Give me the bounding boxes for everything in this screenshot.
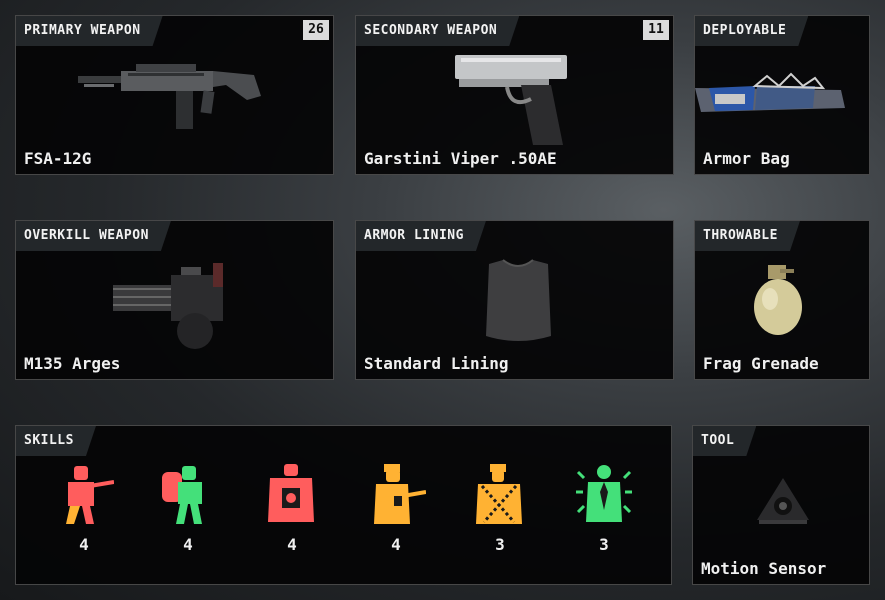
skill-ammo-belt[interactable]: 3: [460, 462, 540, 582]
skills-card[interactable]: SKILLS 4 4 4 4 3 3: [15, 425, 672, 585]
throwable-tab: THROWABLE: [695, 221, 800, 251]
primary-weapon-count-badge: 26: [303, 20, 329, 40]
secondary-weapon-name: Garstini Viper .50AE: [364, 149, 557, 168]
minigun-icon: [113, 263, 223, 349]
pistol-icon: [455, 55, 567, 145]
armor-lining-tab: ARMOR LINING: [356, 221, 486, 251]
skill-vest[interactable]: 4: [252, 462, 332, 582]
ammo-belt-icon: [476, 464, 522, 524]
armor-lining-card[interactable]: ARMOR LINING Standard Lining: [355, 220, 674, 380]
overkill-weapon-tab: OVERKILL WEAPON: [16, 221, 171, 251]
secondary-weapon-card[interactable]: SECONDARY WEAPON 11 Garstini Viper .50AE: [355, 15, 674, 175]
skills-row: 4 4 4 4 3 3: [44, 462, 644, 582]
motion-sensor-icon: [757, 478, 809, 524]
suit-icon: [576, 465, 632, 522]
skill-value: 4: [79, 535, 89, 554]
skill-rifleman[interactable]: 4: [356, 462, 436, 582]
primary-weapon-tab: PRIMARY WEAPON: [16, 16, 163, 46]
skill-value: 4: [183, 535, 193, 554]
primary-weapon-name: FSA-12G: [24, 149, 92, 168]
skills-tab: SKILLS: [16, 426, 96, 456]
armor-lining-name: Standard Lining: [364, 354, 509, 373]
armor-vest-icon: [486, 259, 551, 341]
primary-weapon-card[interactable]: PRIMARY WEAPON 26 FSA-12G: [15, 15, 334, 175]
secondary-weapon-count-badge: 11: [643, 20, 669, 40]
armor-bag-icon: [695, 72, 845, 112]
skill-value: 4: [287, 535, 297, 554]
tool-tab: TOOL: [693, 426, 756, 456]
skill-value: 3: [599, 535, 609, 554]
rifleman-icon: [374, 464, 426, 524]
vest-icon: [268, 464, 314, 522]
deployable-tab: DEPLOYABLE: [695, 16, 808, 46]
throwable-name: Frag Grenade: [703, 354, 819, 373]
shotgun-icon: [78, 64, 261, 129]
secondary-weapon-tab: SECONDARY WEAPON: [356, 16, 519, 46]
skill-gunner[interactable]: 4: [44, 462, 124, 582]
deployable-card[interactable]: DEPLOYABLE Armor Bag: [694, 15, 870, 175]
overkill-weapon-name: M135 Arges: [24, 354, 121, 373]
gunner-icon: [66, 466, 114, 524]
throwable-card[interactable]: THROWABLE Frag Grenade: [694, 220, 870, 380]
frag-grenade-icon: [754, 265, 802, 335]
tool-card[interactable]: TOOL Motion Sensor: [692, 425, 870, 585]
skill-value: 4: [391, 535, 401, 554]
deployable-name: Armor Bag: [703, 149, 790, 168]
overkill-weapon-card[interactable]: OVERKILL WEAPON M135 Arges: [15, 220, 334, 380]
backpack-icon: [162, 466, 202, 524]
skill-value: 3: [495, 535, 505, 554]
tool-name: Motion Sensor: [701, 559, 827, 578]
skill-backpack[interactable]: 4: [148, 462, 228, 582]
skill-suit[interactable]: 3: [564, 462, 644, 582]
